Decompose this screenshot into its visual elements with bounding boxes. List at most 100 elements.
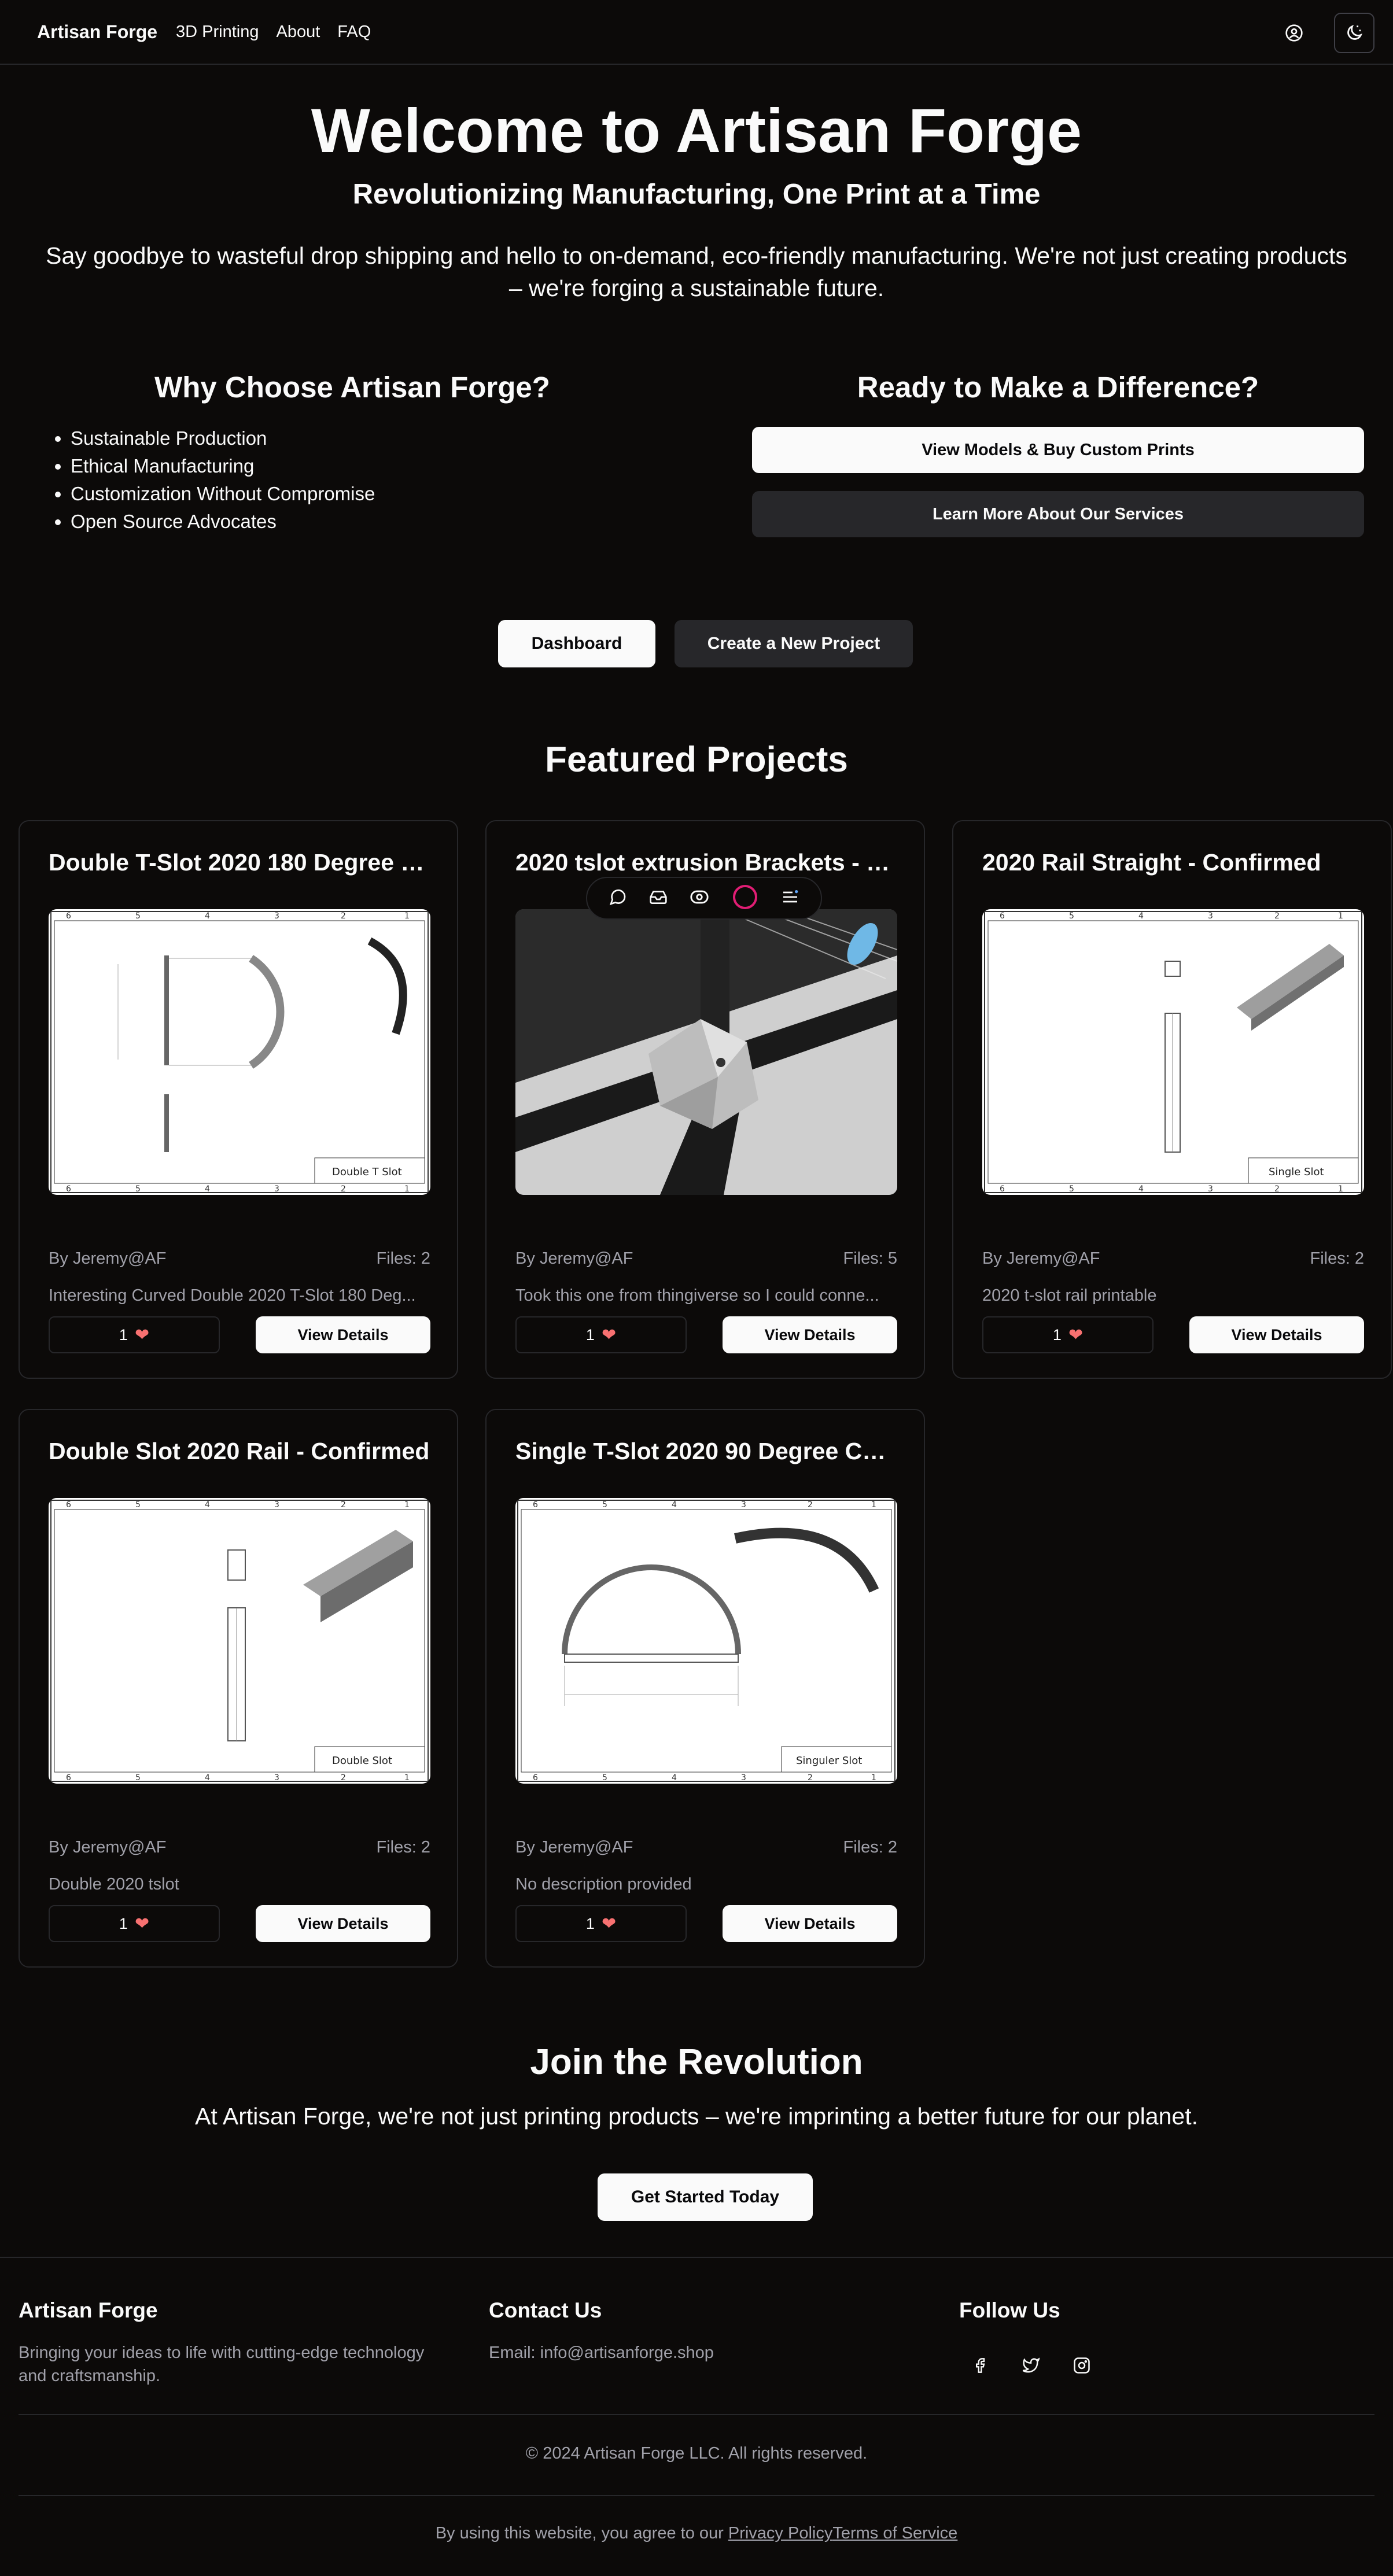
join-title: Join the Revolution [530,2042,863,2082]
footer-contact-email[interactable]: Email: info@artisanforge.shop [489,2341,714,2364]
svg-text:3: 3 [274,1500,279,1510]
footer-brand-title: Artisan Forge [19,2298,158,2322]
project-files: Files: 5 [843,1249,897,1268]
like-button[interactable]: 1 ❤ [515,1316,687,1353]
like-count: 1 [1052,1326,1062,1344]
project-image[interactable]: 6 5 4 3 2 1 6 5 4 3 2 1 Single Slot [982,909,1364,1195]
record-circle-icon[interactable] [731,883,759,914]
project-meta: By Jeremy@AF Files: 2 [515,1838,897,1857]
project-author: By Jeremy@AF [515,1249,633,1268]
project-files: Files: 2 [376,1838,430,1857]
svg-text:5: 5 [1069,1184,1074,1194]
inbox-icon[interactable] [649,888,668,909]
why-title: Why Choose Artisan Forge? [154,371,550,404]
menu-icon[interactable] [781,888,799,909]
project-title[interactable]: 2020 tslot extrusion Brackets - Vi... [515,849,897,876]
like-button[interactable]: 1 ❤ [982,1316,1154,1353]
svg-text:1: 1 [1338,911,1343,921]
like-button[interactable]: 1 ❤ [49,1905,220,1942]
project-title[interactable]: Single T-Slot 2020 90 Degree Cur... [515,1438,897,1465]
project-description: Double 2020 tslot [49,1875,179,1894]
learn-more-button[interactable]: Learn More About Our Services [752,491,1364,537]
theme-toggle-icon[interactable] [1334,13,1374,53]
view-details-button[interactable]: View Details [723,1316,897,1353]
eye-icon[interactable] [690,887,709,910]
view-details-button[interactable]: View Details [723,1905,897,1942]
heart-icon: ❤ [134,1325,150,1345]
svg-text:2: 2 [341,1184,346,1194]
svg-text:5: 5 [602,1500,607,1510]
dashboard-button[interactable]: Dashboard [498,620,655,667]
svg-text:1: 1 [404,1500,410,1510]
hero-description: Say goodbye to wasteful drop shipping an… [17,239,1376,304]
project-meta: By Jeremy@AF Files: 5 [515,1249,897,1268]
like-count: 1 [119,1326,128,1344]
project-image[interactable] [515,909,897,1195]
project-author: By Jeremy@AF [49,1838,167,1857]
like-count: 1 [585,1914,595,1932]
svg-text:5: 5 [1069,911,1074,921]
svg-text:3: 3 [274,1184,279,1194]
project-author: By Jeremy@AF [49,1249,167,1268]
project-description: Took this one from thingiverse so I coul… [515,1286,879,1305]
svg-text:3: 3 [741,1500,746,1510]
instagram-icon[interactable] [1064,2348,1099,2383]
comment-icon[interactable] [609,888,627,909]
project-files: Files: 2 [843,1838,897,1857]
svg-text:1: 1 [404,1773,410,1782]
featured-title: Featured Projects [545,740,848,780]
project-card: Single T-Slot 2020 90 Degree Cur... 6 5 4 3… [485,1409,925,1968]
project-author: By Jeremy@AF [515,1838,633,1857]
brand-logo[interactable]: Artisan Forge [37,21,157,43]
project-image[interactable]: 6 5 4 3 2 1 6 5 4 3 2 1 Double Slot [49,1498,430,1784]
view-details-button[interactable]: View Details [256,1905,430,1942]
project-title[interactable]: Double Slot 2020 Rail - Confirmed [49,1438,430,1465]
footer-divider [19,2495,1374,2496]
svg-text:2: 2 [341,1500,346,1510]
svg-text:6: 6 [66,911,71,921]
project-card: 2020 Rail Straight - Confirmed 6 5 4 3 2 1 6 5… [952,820,1392,1379]
svg-text:4: 4 [205,1500,210,1510]
project-title[interactable]: Double T-Slot 2020 180 Degree C... [49,849,430,876]
footer-brand-text-line2: and craftsmanship. [19,2367,161,2385]
create-project-button[interactable]: Create a New Project [675,620,913,667]
nav-link-about[interactable]: About [277,23,320,42]
facebook-icon[interactable] [963,2348,997,2383]
hero-title: Welcome to Artisan Forge [311,95,1082,165]
floating-toolbar [586,877,822,920]
project-files: Files: 2 [1310,1249,1364,1268]
why-item: Open Source Advocates [71,508,375,536]
svg-text:2: 2 [1274,911,1280,921]
svg-text:6: 6 [533,1500,538,1510]
like-button[interactable]: 1 ❤ [49,1316,220,1353]
terms-of-service-link[interactable]: Terms of Service [832,2524,957,2542]
like-button[interactable]: 1 ❤ [515,1905,687,1942]
footer-contact-title: Contact Us [489,2298,602,2322]
svg-text:4: 4 [672,1500,677,1510]
view-details-button[interactable]: View Details [1189,1316,1364,1353]
project-title[interactable]: 2020 Rail Straight - Confirmed [982,849,1364,876]
heart-icon: ❤ [601,1325,617,1345]
svg-text:6: 6 [1000,911,1005,921]
join-text: At Artisan Forge, we're not just printin… [195,2103,1198,2130]
project-image[interactable]: 6 5 4 3 2 1 6 5 4 3 2 1 Double T Slot [49,909,430,1195]
like-count: 1 [119,1914,128,1932]
project-description: 2020 t-slot rail printable [982,1286,1157,1305]
footer-divider [0,2257,1393,2258]
svg-text:3: 3 [274,911,279,921]
svg-text:2: 2 [1274,1184,1280,1194]
get-started-button[interactable]: Get Started Today [598,2173,813,2221]
project-image[interactable]: 6 5 4 3 2 1 6 5 4 3 2 1 Singuler Slot [515,1498,897,1784]
nav-link-3d-printing[interactable]: 3D Printing [176,23,259,42]
svg-text:2: 2 [808,1500,813,1510]
like-count: 1 [585,1326,595,1344]
svg-text:4: 4 [205,1184,210,1194]
user-circle-icon[interactable] [1274,13,1314,53]
nav-link-faq[interactable]: FAQ [337,23,371,42]
view-models-button[interactable]: View Models & Buy Custom Prints [752,427,1364,473]
privacy-policy-link[interactable]: Privacy Policy [728,2524,833,2542]
twitter-icon[interactable] [1014,2348,1048,2383]
ready-title: Ready to Make a Difference? [857,371,1259,404]
view-details-button[interactable]: View Details [256,1316,430,1353]
image-label: Single Slot [1269,1166,1324,1178]
